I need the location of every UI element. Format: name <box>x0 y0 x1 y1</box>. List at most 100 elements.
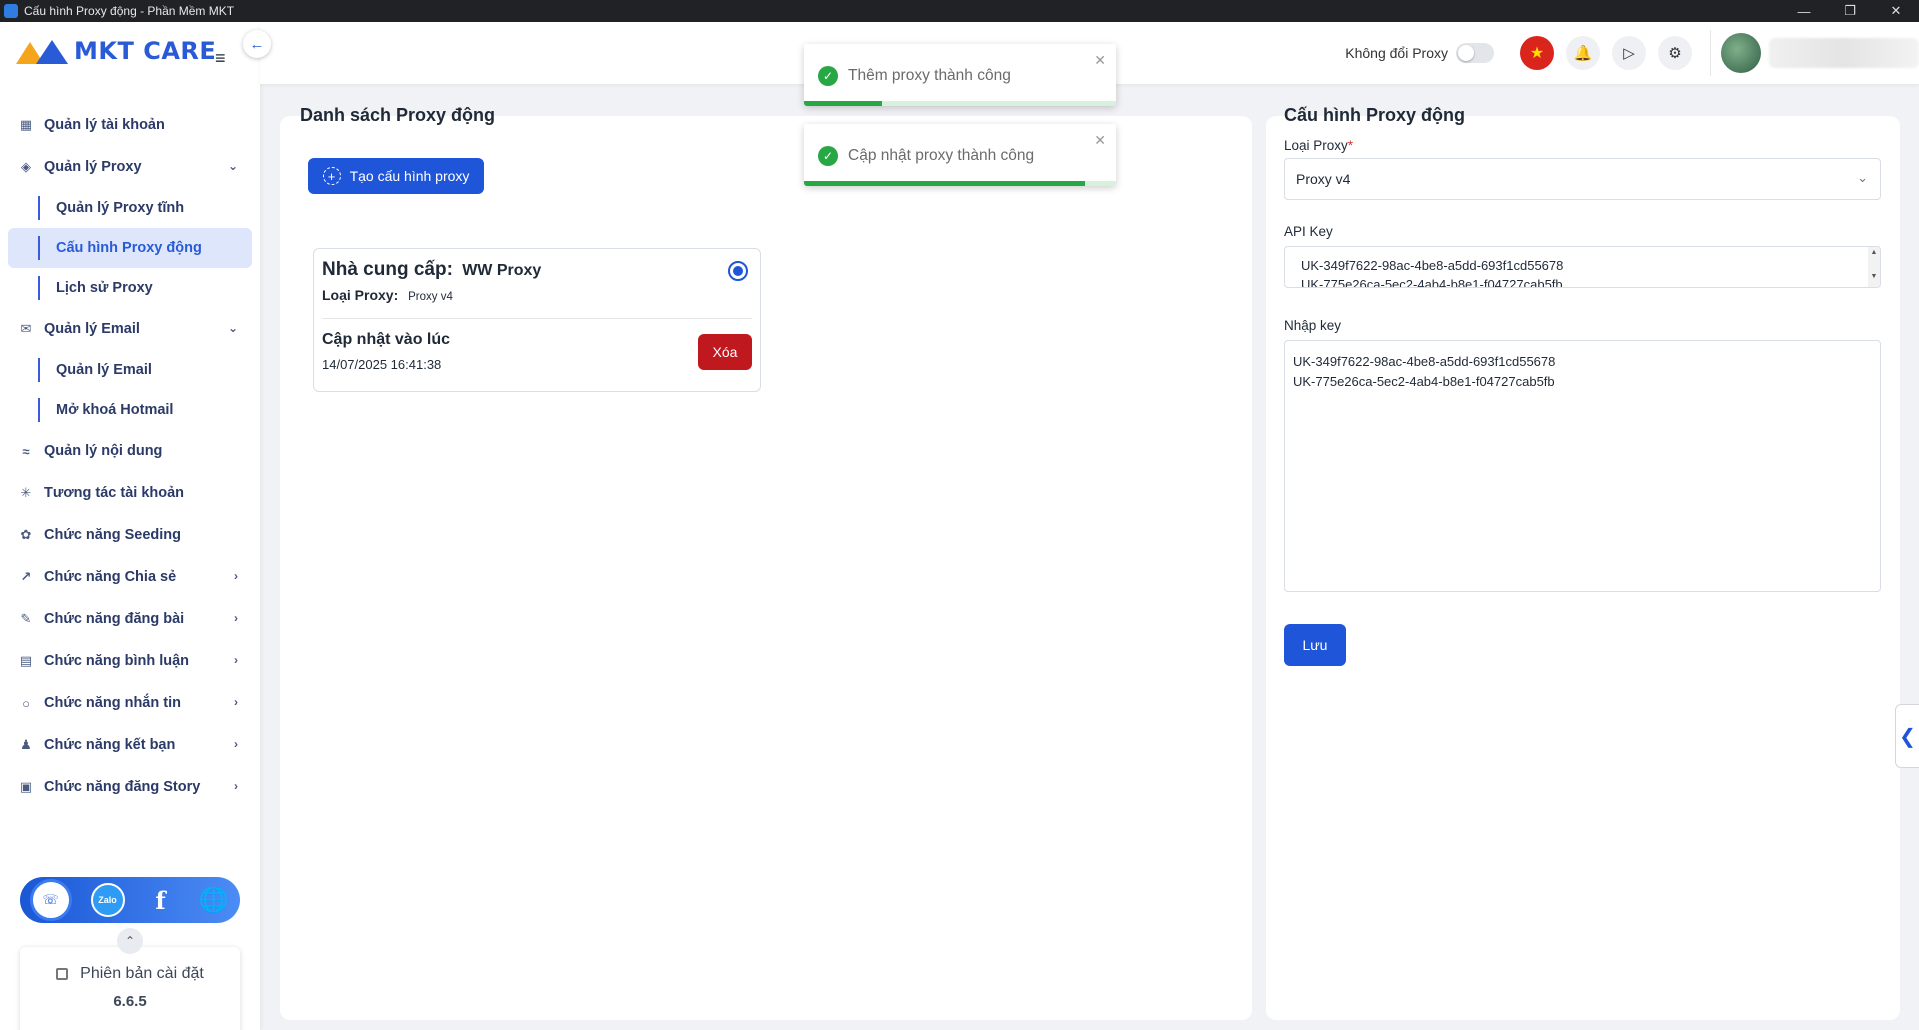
toast-progress <box>804 181 1085 186</box>
sidebar-item-proxy-management[interactable]: ◈ Quản lý Proxy ⌄ <box>0 146 260 188</box>
sidebar-item-label: Tương tác tài khoản <box>44 485 185 501</box>
divider <box>322 318 752 319</box>
keep-proxy-toggle[interactable] <box>1456 43 1494 63</box>
brand-logo[interactable]: MKT CARE <box>14 34 216 68</box>
sidebar-item-content[interactable]: ≈ Quản lý nội dung <box>0 430 260 472</box>
sidebar-subitem-proxy-history[interactable]: Lịch sử Proxy <box>0 268 260 308</box>
api-key-list[interactable]: UK-349f7622-98ac-4be8-a5dd-693f1cd55678 … <box>1284 246 1881 288</box>
social-links-bar: ☏ Zalo f 🌐 <box>20 877 240 923</box>
sidebar-item-label: Chức năng Seeding <box>44 527 181 543</box>
user-menu[interactable] <box>1710 30 1919 76</box>
sidebar-subitem-email[interactable]: Quản lý Email <box>0 350 260 390</box>
select-value: Proxy v4 <box>1296 171 1351 187</box>
add-friend-icon: ♟ <box>20 737 32 752</box>
api-key-line: UK-775e26ca-5ec2-4ab4-b8e1-f04727cab5fb <box>1301 277 1563 288</box>
toast-message: Cập nhật proxy thành công <box>848 147 1035 164</box>
logo-text: MKT CARE <box>74 37 217 65</box>
close-window-button[interactable]: ✕ <box>1873 3 1919 19</box>
close-icon[interactable]: ✕ <box>1094 52 1106 69</box>
keys-label: Nhập key <box>1284 318 1342 333</box>
sidebar-item-add-friend[interactable]: ♟ Chức năng kết bạn › <box>0 724 260 766</box>
sidebar-item-email-management[interactable]: ✉ Quản lý Email ⌄ <box>0 308 260 350</box>
chevron-right-icon: › <box>234 611 238 625</box>
chevron-down-icon: ⌄ <box>227 321 238 335</box>
vietnam-flag-icon[interactable]: ★ <box>1520 36 1554 70</box>
sidebar-subitem-unlock-hotmail[interactable]: Mở khoá Hotmail <box>0 390 260 430</box>
chevron-up-double-icon[interactable]: ⌃ <box>117 928 143 954</box>
support-headset-icon[interactable]: ☏ <box>29 879 72 921</box>
key-line: UK-349f7622-98ac-4be8-a5dd-693f1cd55678 <box>1293 354 1556 369</box>
comment-icon: ▤ <box>19 653 33 668</box>
sidebar-item-message[interactable]: ○ Chức năng nhắn tin › <box>0 682 260 724</box>
proxy-type-select[interactable]: Proxy v4 ⌄ <box>1284 158 1881 200</box>
sidebar-subitem-label: Mở khoá Hotmail <box>56 402 174 418</box>
seed-icon: ✿ <box>20 527 32 542</box>
globe-icon[interactable]: 🌐 <box>197 883 231 917</box>
user-name-blurred <box>1769 38 1919 68</box>
logo-mark-icon <box>14 36 72 66</box>
proxy-type-label: Loại Proxy: <box>322 287 399 303</box>
updated-timestamp: 14/07/2025 16:41:38 <box>322 357 442 372</box>
field-label-text: Loại Proxy <box>1284 138 1348 153</box>
sidebar-item-label: Chức năng nhắn tin <box>44 695 181 711</box>
sidebar-subitem-static-proxy[interactable]: Quản lý Proxy tĩnh <box>0 188 260 228</box>
chevron-right-icon: › <box>234 569 238 583</box>
sidebar-subitem-dynamic-proxy-config[interactable]: Cấu hình Proxy động <box>8 228 252 268</box>
close-icon[interactable]: ✕ <box>1094 132 1106 149</box>
collapse-sidebar-button[interactable]: ← <box>243 30 271 58</box>
sidebar-item-label: Quản lý Email <box>44 321 140 337</box>
proxy-type-value: Proxy v4 <box>408 291 453 303</box>
sidebar-item-story[interactable]: ▣ Chức năng đăng Story › <box>0 766 260 808</box>
bell-icon[interactable]: 🔔 <box>1566 36 1600 70</box>
side-drawer-toggle-icon[interactable]: ❮ <box>1895 704 1919 768</box>
sidebar-item-seeding[interactable]: ✿ Chức năng Seeding <box>0 514 260 556</box>
select-proxy-radio[interactable] <box>728 261 748 281</box>
toast-add-success: ✓ Thêm proxy thành công ✕ <box>804 44 1116 106</box>
version-label: Phiên bản cài đặt <box>80 965 204 982</box>
updated-label: Cập nhật vào lúc <box>322 331 451 348</box>
maximize-button[interactable]: ❐ <box>1827 3 1873 19</box>
gear-icon[interactable]: ⚙ <box>1658 36 1692 70</box>
sidebar-item-post[interactable]: ✎ Chức năng đăng bài › <box>0 598 260 640</box>
sidebar-item-account-interaction[interactable]: ✳ Tương tác tài khoản <box>0 472 260 514</box>
sidebar-item-label: Chức năng bình luận <box>44 653 190 669</box>
check-circle-icon: ✓ <box>818 146 838 166</box>
delete-button[interactable]: Xóa <box>698 334 752 370</box>
chevron-right-icon: › <box>234 779 238 793</box>
sidebar-subitem-label: Quản lý Proxy tĩnh <box>56 200 185 216</box>
play-icon[interactable]: ▷ <box>1612 36 1646 70</box>
sidebar-item-comment[interactable]: ▤ Chức năng bình luận › <box>0 640 260 682</box>
minimize-button[interactable]: — <box>1781 4 1827 19</box>
scrollbar[interactable]: ▲ ▼ <box>1868 247 1880 287</box>
keys-textarea[interactable]: UK-349f7622-98ac-4be8-a5dd-693f1cd55678 … <box>1284 340 1881 592</box>
message-icon: ○ <box>22 695 30 711</box>
dashboard-icon: ▦ <box>19 117 33 132</box>
sidebar-item-account-management[interactable]: ▦ Quản lý tài khoản <box>0 104 260 146</box>
plus-icon: + <box>322 167 341 185</box>
share-icon: ↗ <box>20 569 32 584</box>
create-button-label: Tạo cấu hình proxy <box>349 168 470 184</box>
sidebar-item-label: Quản lý tài khoản <box>44 117 165 133</box>
sidebar-subitem-label: Quản lý Email <box>56 362 152 378</box>
menu-hamburger-icon[interactable]: ≡ <box>215 48 226 69</box>
sidebar-item-label: Chức năng kết bạn <box>44 737 176 753</box>
proxy-type-line: Loại Proxy: Proxy v4 <box>322 287 453 303</box>
chevron-down-icon: ⌄ <box>1857 170 1868 185</box>
chevron-right-icon: › <box>234 737 238 751</box>
toast-progress <box>804 101 882 106</box>
sidebar-item-share[interactable]: ↗ Chức năng Chia sẻ › <box>0 556 260 598</box>
sidebar-subitem-label: Cấu hình Proxy động <box>56 240 202 256</box>
toast-update-success: ✓ Cập nhật proxy thành công ✕ <box>804 124 1116 186</box>
version-number: 6.6.5 <box>113 993 147 1010</box>
create-proxy-config-button[interactable]: + Tạo cấu hình proxy <box>308 158 484 194</box>
proxy-toggle-label: Không đổi Proxy <box>1345 45 1448 61</box>
save-button[interactable]: Lưu <box>1284 624 1346 666</box>
facebook-icon[interactable]: f <box>144 883 178 917</box>
mail-icon: ✉ <box>20 321 32 336</box>
key-line: UK-775e26ca-5ec2-4ab4-b8e1-f04727cab5fb <box>1293 374 1555 389</box>
zalo-icon[interactable]: Zalo <box>90 883 125 917</box>
chevron-right-icon: › <box>234 653 238 667</box>
dynamic-proxy-list-panel: Danh sách Proxy động + Tạo cấu hình prox… <box>280 105 1252 1020</box>
proxy-config-card[interactable]: Nhà cung cấp: WW Proxy Loại Proxy: Proxy… <box>313 248 761 392</box>
sparkle-icon: ✳ <box>20 485 32 500</box>
